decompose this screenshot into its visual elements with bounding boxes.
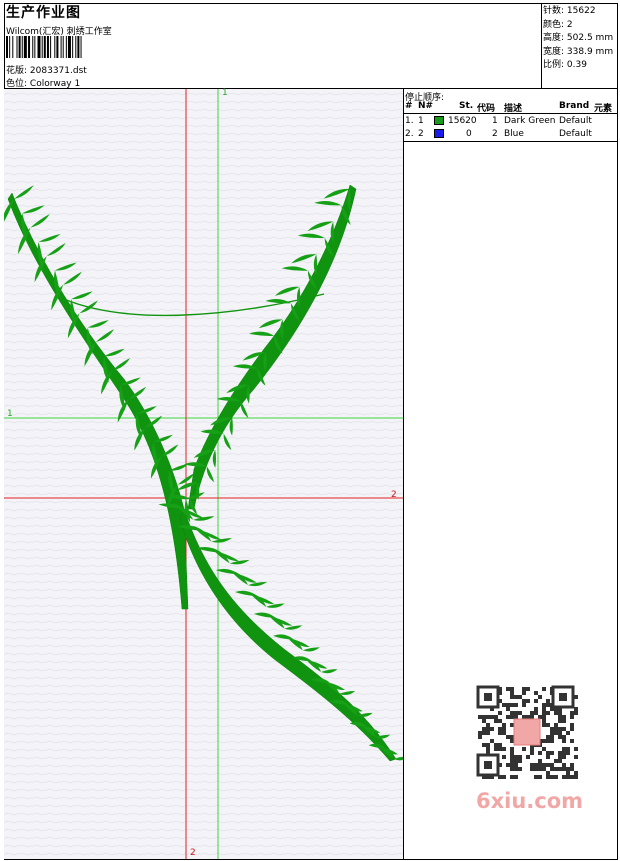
row-needle: 1 — [418, 116, 424, 126]
canvas-divider — [403, 89, 404, 860]
col-needle-header: N# — [418, 101, 434, 111]
design-value: 2083371.dst — [29, 66, 87, 76]
guide-label-bottom-red: 2 — [190, 848, 196, 858]
guide-label-right-red: 2 — [391, 490, 397, 500]
col-index-header: # — [405, 101, 413, 111]
stats-panel: 针数: 15622 颜色: 2 高度: 502.5 mm 宽度: 338.9 m… — [543, 5, 613, 73]
design-height: 高度: 502.5 mm — [543, 33, 614, 44]
row-index: 1. — [405, 116, 414, 126]
production-worksheet: 生产作业图 Wilcom(汇宏) 刺绣工作室 花版: 2083371.dst 色… — [0, 0, 620, 861]
color-count: 颜色: 2 — [543, 19, 573, 30]
qr-code-watermark — [470, 683, 583, 781]
row-index: 2. — [405, 129, 414, 139]
stats-divider — [541, 3, 542, 89]
watermark-text: 6xiu.com — [476, 789, 584, 813]
design-scale: 比例: 0.39 — [543, 60, 587, 71]
row-brand: Default — [559, 129, 592, 139]
stitch-count: 针数: 15622 — [543, 6, 596, 16]
row-description: Dark Green — [504, 116, 556, 126]
color-swatch — [434, 129, 444, 138]
design-file-row: 花版: 2083371.dst — [6, 63, 87, 76]
row-needle: 2 — [418, 129, 424, 139]
sheet-title: 生产作业图 — [6, 5, 81, 21]
design-canvas — [4, 89, 403, 859]
row-description: Blue — [504, 129, 524, 139]
guide-label-top-green: 1 — [222, 88, 228, 98]
design-width: 宽度: 338.9 mm — [543, 46, 614, 57]
table-bottom-line — [404, 141, 618, 142]
row-stitches: 0 — [466, 129, 472, 139]
row-code: 2 — [492, 129, 498, 139]
embroidery-preview — [4, 89, 403, 859]
col-brand-header: Brand — [559, 101, 590, 111]
guide-label-left-green: 1 — [7, 409, 13, 419]
row-stitches: 15620 — [448, 116, 477, 126]
row-brand: Default — [559, 116, 592, 126]
table-header-line — [404, 113, 618, 114]
design-label: 花版: — [6, 66, 28, 76]
color-swatch — [434, 116, 444, 125]
col-stitches-header: St. — [459, 101, 474, 111]
row-code: 1 — [492, 116, 498, 126]
barcode — [6, 36, 82, 58]
